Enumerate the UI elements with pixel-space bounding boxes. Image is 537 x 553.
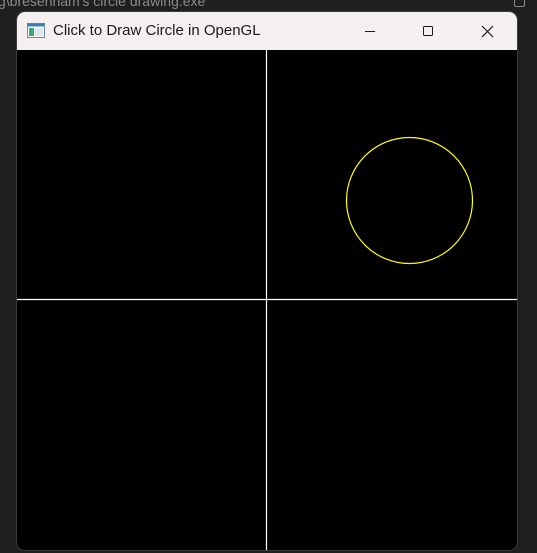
minimize-icon xyxy=(365,31,375,32)
opengl-window: Click to Draw Circle in OpenGL xyxy=(17,12,517,550)
maximize-icon xyxy=(423,26,433,36)
title-bar[interactable]: Click to Draw Circle in OpenGL xyxy=(17,12,517,50)
background-window-titlebar: g\bresenham's circle drawing.exe xyxy=(0,0,537,12)
background-restore-icon[interactable] xyxy=(514,0,525,7)
close-button[interactable] xyxy=(464,12,510,50)
background-window-title: g\bresenham's circle drawing.exe xyxy=(0,0,206,9)
maximize-button[interactable] xyxy=(405,12,451,50)
minimize-button[interactable] xyxy=(347,12,393,50)
opengl-canvas[interactable] xyxy=(17,50,517,550)
drawing-surface[interactable] xyxy=(17,50,517,550)
window-title: Click to Draw Circle in OpenGL xyxy=(53,22,261,39)
close-icon xyxy=(481,25,493,37)
app-window-icon xyxy=(27,23,45,38)
